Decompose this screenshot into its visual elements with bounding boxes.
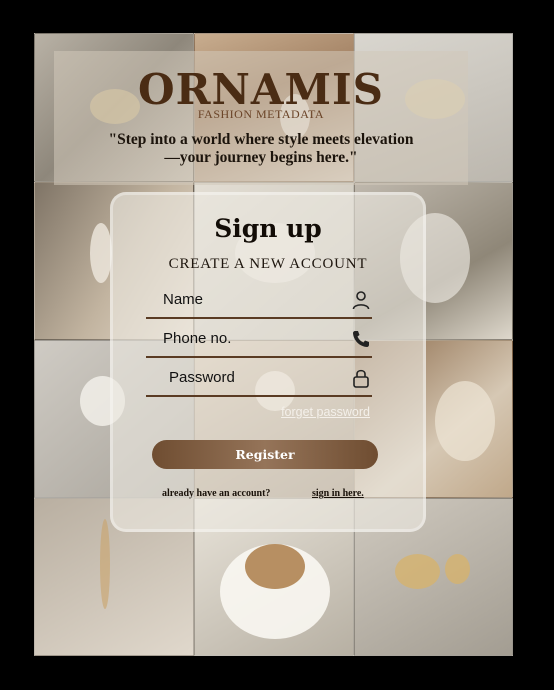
password-field[interactable]: Password — [146, 367, 372, 397]
form-title: Sign up — [214, 214, 322, 243]
hero-header: ORNAMIS FASHION METADATA "Step into a wo… — [54, 51, 468, 185]
already-account-text: already have an account? — [162, 488, 271, 499]
hero-quote: "Step into a world where style meets ele… — [108, 131, 414, 166]
register-button[interactable]: Register — [152, 440, 378, 469]
sign-in-link[interactable]: sign in here. — [312, 488, 364, 499]
brand-subtitle: FASHION METADATA — [197, 107, 325, 121]
forgot-password-link[interactable]: forget password — [281, 405, 370, 419]
form-subtitle: CREATE A NEW ACCOUNT — [168, 256, 368, 272]
signup-card: Sign up CREATE A NEW ACCOUNT Name Phone … — [110, 192, 426, 532]
phone-field-label: Phone no. — [163, 330, 232, 347]
password-field-label: Password — [169, 369, 235, 386]
name-field[interactable]: Name — [146, 289, 372, 319]
lock-icon — [350, 367, 372, 389]
phone-field[interactable]: Phone no. — [146, 328, 372, 358]
phone-icon — [350, 328, 372, 350]
brand-logo: ORNAMIS — [138, 65, 384, 114]
user-icon — [350, 289, 372, 311]
name-field-label: Name — [163, 291, 204, 308]
